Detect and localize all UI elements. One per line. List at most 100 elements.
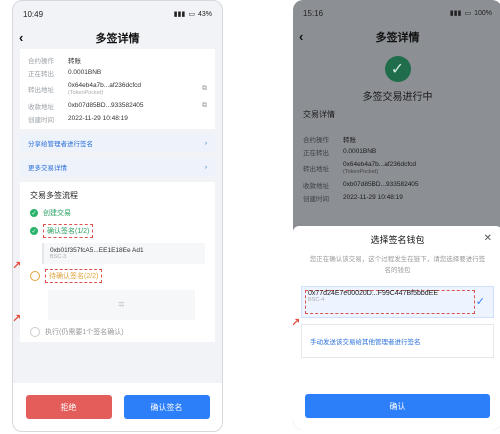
nav-bar: ‹ 多签详情 — [293, 26, 500, 48]
manual-send-option[interactable]: 手动发送该交易给其他管理者进行签名 — [301, 324, 494, 358]
detail-row: 合约操作 转账 — [20, 53, 215, 66]
detail-value-group: 0x64eb4a7b...af236dcfcd (TokenPocket) — [343, 161, 416, 175]
wallet-option[interactable]: 0x77d24E7e00020D...F99C447Bf5bbdEE BSC-4… — [301, 286, 494, 318]
check-circle-icon: ✓ — [384, 56, 411, 82]
detail-sub: (TokenPocket) — [68, 90, 104, 96]
close-icon[interactable]: ✕ — [484, 233, 492, 244]
detail-key: 创建时间 — [303, 195, 329, 203]
detail-row: 收款地址 0xb07d85BD...933582405 — [293, 178, 500, 191]
nav-bar: ‹ 多签详情 — [13, 27, 222, 49]
back-icon[interactable]: ‹ — [19, 30, 23, 45]
pending-dot-icon — [30, 327, 40, 337]
annotation-arrow-icon: ↗ — [12, 313, 22, 325]
check-icon: ✓ — [30, 209, 38, 217]
step-execute: 执行(仍需要1个签名确认) — [20, 324, 215, 340]
reject-button[interactable]: 拒绝 — [25, 395, 112, 419]
detail-value: 0x64eb4a7b...af236dcfcd — [68, 82, 142, 89]
pending-dot-icon — [30, 271, 40, 281]
page-title: 多签详情 — [95, 33, 140, 45]
success-block: ✓ 多签交易进行中 — [293, 48, 500, 103]
wallet-chain: BSC-4 — [308, 297, 325, 303]
detail-key: 创建时间 — [28, 116, 54, 124]
detail-value: 转账 — [68, 57, 81, 65]
detail-row: 正在转出 0.0001BNB — [20, 66, 215, 79]
check-icon: ✓ — [30, 227, 38, 235]
sheet-description: 您正在确认该交易，这个过程发生在链下，请您选择要进行签名的钱包 — [309, 256, 486, 274]
detail-sub: (TokenPocket) — [343, 169, 379, 175]
status-icons: ▮▮▮ ▭ 43% — [173, 10, 212, 19]
detail-key: 正在转出 — [303, 149, 329, 157]
section-title: 交易详情 — [303, 110, 335, 119]
more-details-link[interactable]: 更多交易详情 › — [20, 158, 215, 176]
detail-row: 正在转出 0.0001BNB — [293, 145, 500, 158]
more-details-label: 更多交易详情 — [28, 165, 67, 172]
battery-level: 100% — [474, 9, 492, 17]
action-footer: 拒绝 确认签名 — [13, 383, 222, 431]
detail-key: 合约操作 — [28, 57, 54, 65]
detail-key: 合约操作 — [303, 136, 329, 144]
flow-card: 交易多签流程 ✓ 创建交易 ✓ 确认签名(1/2) 0xb01f357fcA5.… — [20, 182, 215, 342]
battery-icon: ▭ — [464, 10, 472, 17]
step-label: 创建交易 — [43, 210, 71, 217]
detail-key: 正在转出 — [28, 70, 54, 78]
detail-value: 0.0001BNB — [68, 69, 102, 76]
detail-list: 合约操作 转账 正在转出 0.0001BNB 转出地址 0x64eb4a7b..… — [293, 132, 500, 204]
detail-key: 收款地址 — [28, 103, 54, 111]
battery-level: 43% — [197, 10, 212, 18]
detail-key: 收款地址 — [303, 182, 329, 190]
signal-icon: ▮▮▮ — [173, 11, 186, 18]
step-confirm: ✓ 确认签名(1/2) — [20, 221, 215, 241]
status-icons: ▮▮▮ ▭ 100% — [449, 9, 492, 18]
detail-row: 创建时间 2022-11-29 10:48:19 — [20, 112, 215, 125]
signer-address: 0xb01f357fcA5...EE1E18Ee Ad1 BSC-3 — [42, 243, 205, 264]
detail-value: 0x64eb4a7b...af236dcfcd — [343, 161, 417, 168]
detail-row: 收款地址 0xb07d85BD...933582405 ⧉ — [20, 99, 215, 112]
flow-title: 交易多签流程 — [30, 191, 78, 200]
detail-value: 0xb07d85BD...933582405 — [68, 102, 144, 109]
detail-key: 转出地址 — [28, 87, 54, 94]
detail-value: 0xb07d85BD...933582405 — [343, 181, 419, 188]
chevron-right-icon: › — [204, 139, 207, 147]
detail-row: 转出地址 0x64eb4a7b...af236dcfcd (TokenPocke… — [20, 79, 215, 99]
detail-row: 创建时间 2022-11-29 10:48:19 — [293, 191, 500, 204]
page-title: 多签详情 — [375, 32, 420, 44]
step-label: 确认签名(1/2) — [43, 224, 94, 238]
signal-icon: ▮▮▮ — [449, 10, 462, 17]
detail-card: 合约操作 转账 正在转出 0.0001BNB 转出地址 0x64eb4a7b..… — [20, 49, 215, 129]
scan-icon[interactable]: ⌗ — [48, 290, 195, 320]
detail-key: 转出地址 — [303, 166, 329, 173]
detail-value: 2022-11-29 10:48:19 — [68, 115, 128, 122]
sheet-title: 选择签名钱包 — [370, 234, 425, 245]
detail-row: 转出地址 0x64eb4a7b...af236dcfcd (TokenPocke… — [293, 158, 500, 178]
status-time: 15:16 — [303, 8, 324, 18]
share-link[interactable]: 分享给管理者进行签名 › — [20, 134, 215, 152]
step-pending: 待确认签名(2/2) — [20, 266, 215, 286]
back-icon[interactable]: ‹ — [299, 29, 303, 44]
copy-icon[interactable]: ⧉ — [202, 102, 207, 110]
success-text: 多签交易进行中 — [362, 92, 433, 103]
detail-row: 合约操作 转账 — [293, 132, 500, 145]
step-create: ✓ 创建交易 — [20, 205, 215, 221]
chevron-right-icon: › — [204, 163, 207, 171]
select-wallet-sheet: 选择签名钱包 ✕ 您正在确认该交易，这个过程发生在链下，请您选择要进行签名的钱包… — [293, 226, 500, 430]
checkmark-icon: ✓ — [475, 296, 485, 308]
detail-value: 转账 — [343, 136, 356, 144]
detail-value: 0.0001BNB — [343, 148, 377, 155]
wallet-address: 0x77d24E7e00020D...F99C447Bf5bbdEE — [308, 290, 438, 297]
step-label: 执行(仍需要1个签名确认) — [45, 329, 124, 336]
annotation-arrow-icon: ↗ — [12, 260, 22, 272]
detail-value: 2022-11-29 10:48:19 — [343, 194, 403, 201]
phone-right: 15:16 ▮▮▮ ▭ 100% ‹ 多签详情 ✓ 多签交易进行中 交易详情 合… — [293, 0, 500, 430]
battery-icon: ▭ — [188, 11, 195, 18]
confirm-sign-button[interactable]: 确认签名 — [123, 395, 210, 419]
detail-value-group: 0x64eb4a7b...af236dcfcd (TokenPocket) — [68, 82, 198, 96]
share-link-label: 分享给管理者进行签名 — [28, 141, 93, 148]
confirm-button[interactable]: 确认 — [305, 394, 490, 418]
status-bar: 10:49 ▮▮▮ ▭ 43% — [13, 1, 222, 27]
status-time: 10:49 — [23, 9, 44, 19]
annotation-arrow-icon: ↗ — [293, 317, 301, 329]
signer-address-text: 0xb01f357fcA5...EE1E18Ee Ad1 — [50, 247, 144, 254]
copy-icon[interactable]: ⧉ — [202, 85, 207, 93]
signer-chain: BSC-3 — [50, 254, 67, 260]
status-bar: 15:16 ▮▮▮ ▭ 100% — [293, 0, 500, 26]
